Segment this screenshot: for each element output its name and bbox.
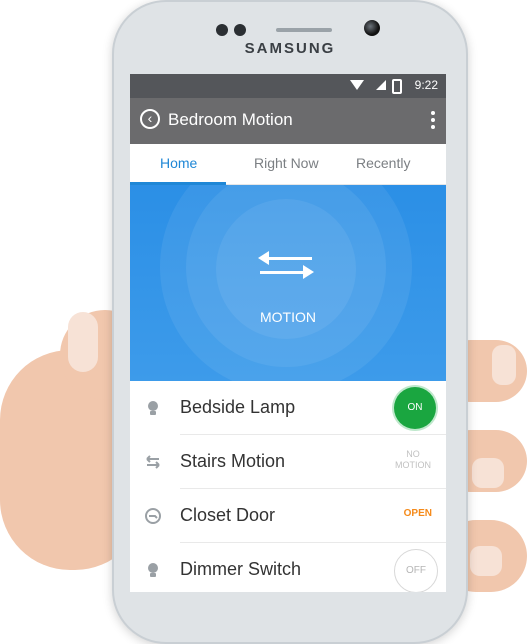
app-screen: 9:22 ‹ Bedroom Motion Home Right Now Rec…: [130, 74, 446, 592]
front-sensor: [216, 24, 228, 36]
lightbulb-icon: [144, 561, 162, 579]
lamp-on-toggle[interactable]: ON: [394, 387, 436, 429]
more-options-icon[interactable]: [430, 108, 436, 132]
device-label: Stairs Motion: [180, 451, 286, 471]
front-camera: [364, 20, 380, 36]
dimmer-off-toggle[interactable]: OFF: [394, 549, 438, 592]
device-label: Bedside Lamp: [180, 397, 296, 417]
tab-right-now[interactable]: Right Now: [254, 155, 319, 171]
door-sensor-icon: [144, 507, 162, 525]
device-brand: SAMSUNG: [244, 40, 336, 57]
device-label: Closet Door: [180, 505, 276, 525]
motion-hero: MOTION: [130, 185, 446, 381]
wifi-icon: [350, 80, 364, 90]
earpiece-grille: [276, 28, 332, 32]
app-bar: ‹ Bedroom Motion: [130, 98, 446, 144]
finger-nail-3: [470, 546, 502, 576]
tab-recently[interactable]: Recently: [356, 155, 410, 171]
battery-icon: [392, 79, 402, 94]
tab-home[interactable]: Home: [160, 155, 197, 171]
device-label: Dimmer Switch: [180, 559, 302, 579]
signal-icon: [376, 80, 386, 90]
motion-status: NO MOTION: [395, 449, 431, 470]
phone-top: SAMSUNG: [114, 2, 466, 80]
motion-arrows-icon: [258, 247, 314, 287]
motion-label: MOTION: [260, 309, 316, 325]
list-item-dimmer-switch[interactable]: Dimmer Switch OFF: [130, 543, 446, 592]
front-sensor: [234, 24, 246, 36]
back-icon[interactable]: ‹: [140, 109, 160, 129]
page-title: Bedroom Motion: [168, 110, 293, 129]
tab-bar: Home Right Now Recently: [130, 144, 446, 185]
finger-nail-2: [472, 458, 504, 488]
finger-nail-1: [492, 345, 516, 385]
list-item-stairs-motion[interactable]: Stairs Motion NO MOTION: [130, 435, 446, 489]
lightbulb-icon: [144, 399, 162, 417]
status-bar: 9:22: [130, 74, 446, 98]
list-item-closet-door[interactable]: Closet Door OPEN: [130, 489, 446, 543]
door-status: OPEN: [403, 508, 432, 519]
status-time: 9:22: [414, 78, 438, 92]
thumb-nail: [68, 312, 98, 372]
motion-icon: [144, 453, 162, 471]
list-item-bedside-lamp[interactable]: Bedside Lamp ON: [130, 381, 446, 435]
